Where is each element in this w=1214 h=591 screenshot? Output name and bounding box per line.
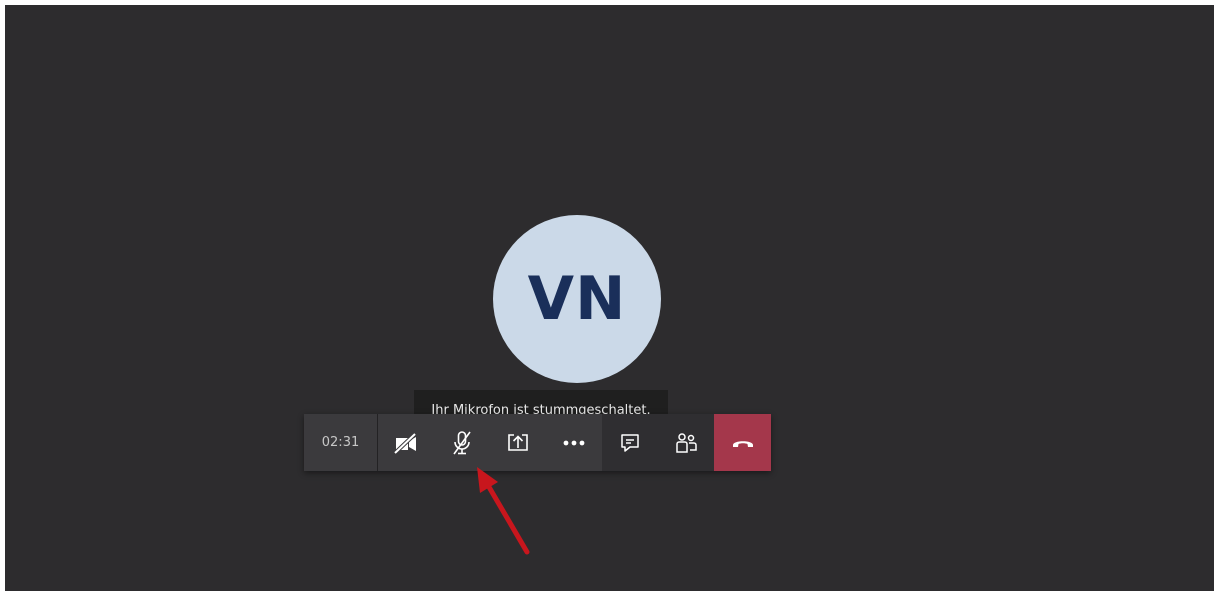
toolbar-main-group	[378, 414, 602, 471]
camera-off-icon	[393, 432, 417, 454]
more-icon	[563, 440, 585, 445]
hang-up-icon	[732, 440, 753, 447]
share-screen-icon	[508, 433, 528, 451]
share-screen-button[interactable]	[490, 414, 546, 471]
call-stage: VN Ihr Mikrofon ist stummgeschaltet. 02:…	[5, 5, 1214, 591]
annotation-arrow	[477, 467, 530, 555]
more-options-button[interactable]	[546, 414, 602, 471]
avatar-initials: VN	[527, 264, 627, 334]
hang-up-button[interactable]	[714, 414, 771, 471]
chat-button[interactable]	[602, 414, 658, 471]
toolbar-side-group	[602, 414, 714, 471]
microphone-off-icon	[453, 430, 471, 454]
camera-toggle-button[interactable]	[378, 414, 434, 471]
participant-avatar: VN	[493, 215, 661, 383]
microphone-toggle-button[interactable]	[434, 414, 490, 471]
chat-icon	[621, 433, 639, 452]
call-timer: 02:31	[304, 414, 378, 471]
participants-icon	[676, 432, 697, 453]
call-toolbar: 02:31	[304, 414, 771, 471]
participants-button[interactable]	[658, 414, 714, 471]
